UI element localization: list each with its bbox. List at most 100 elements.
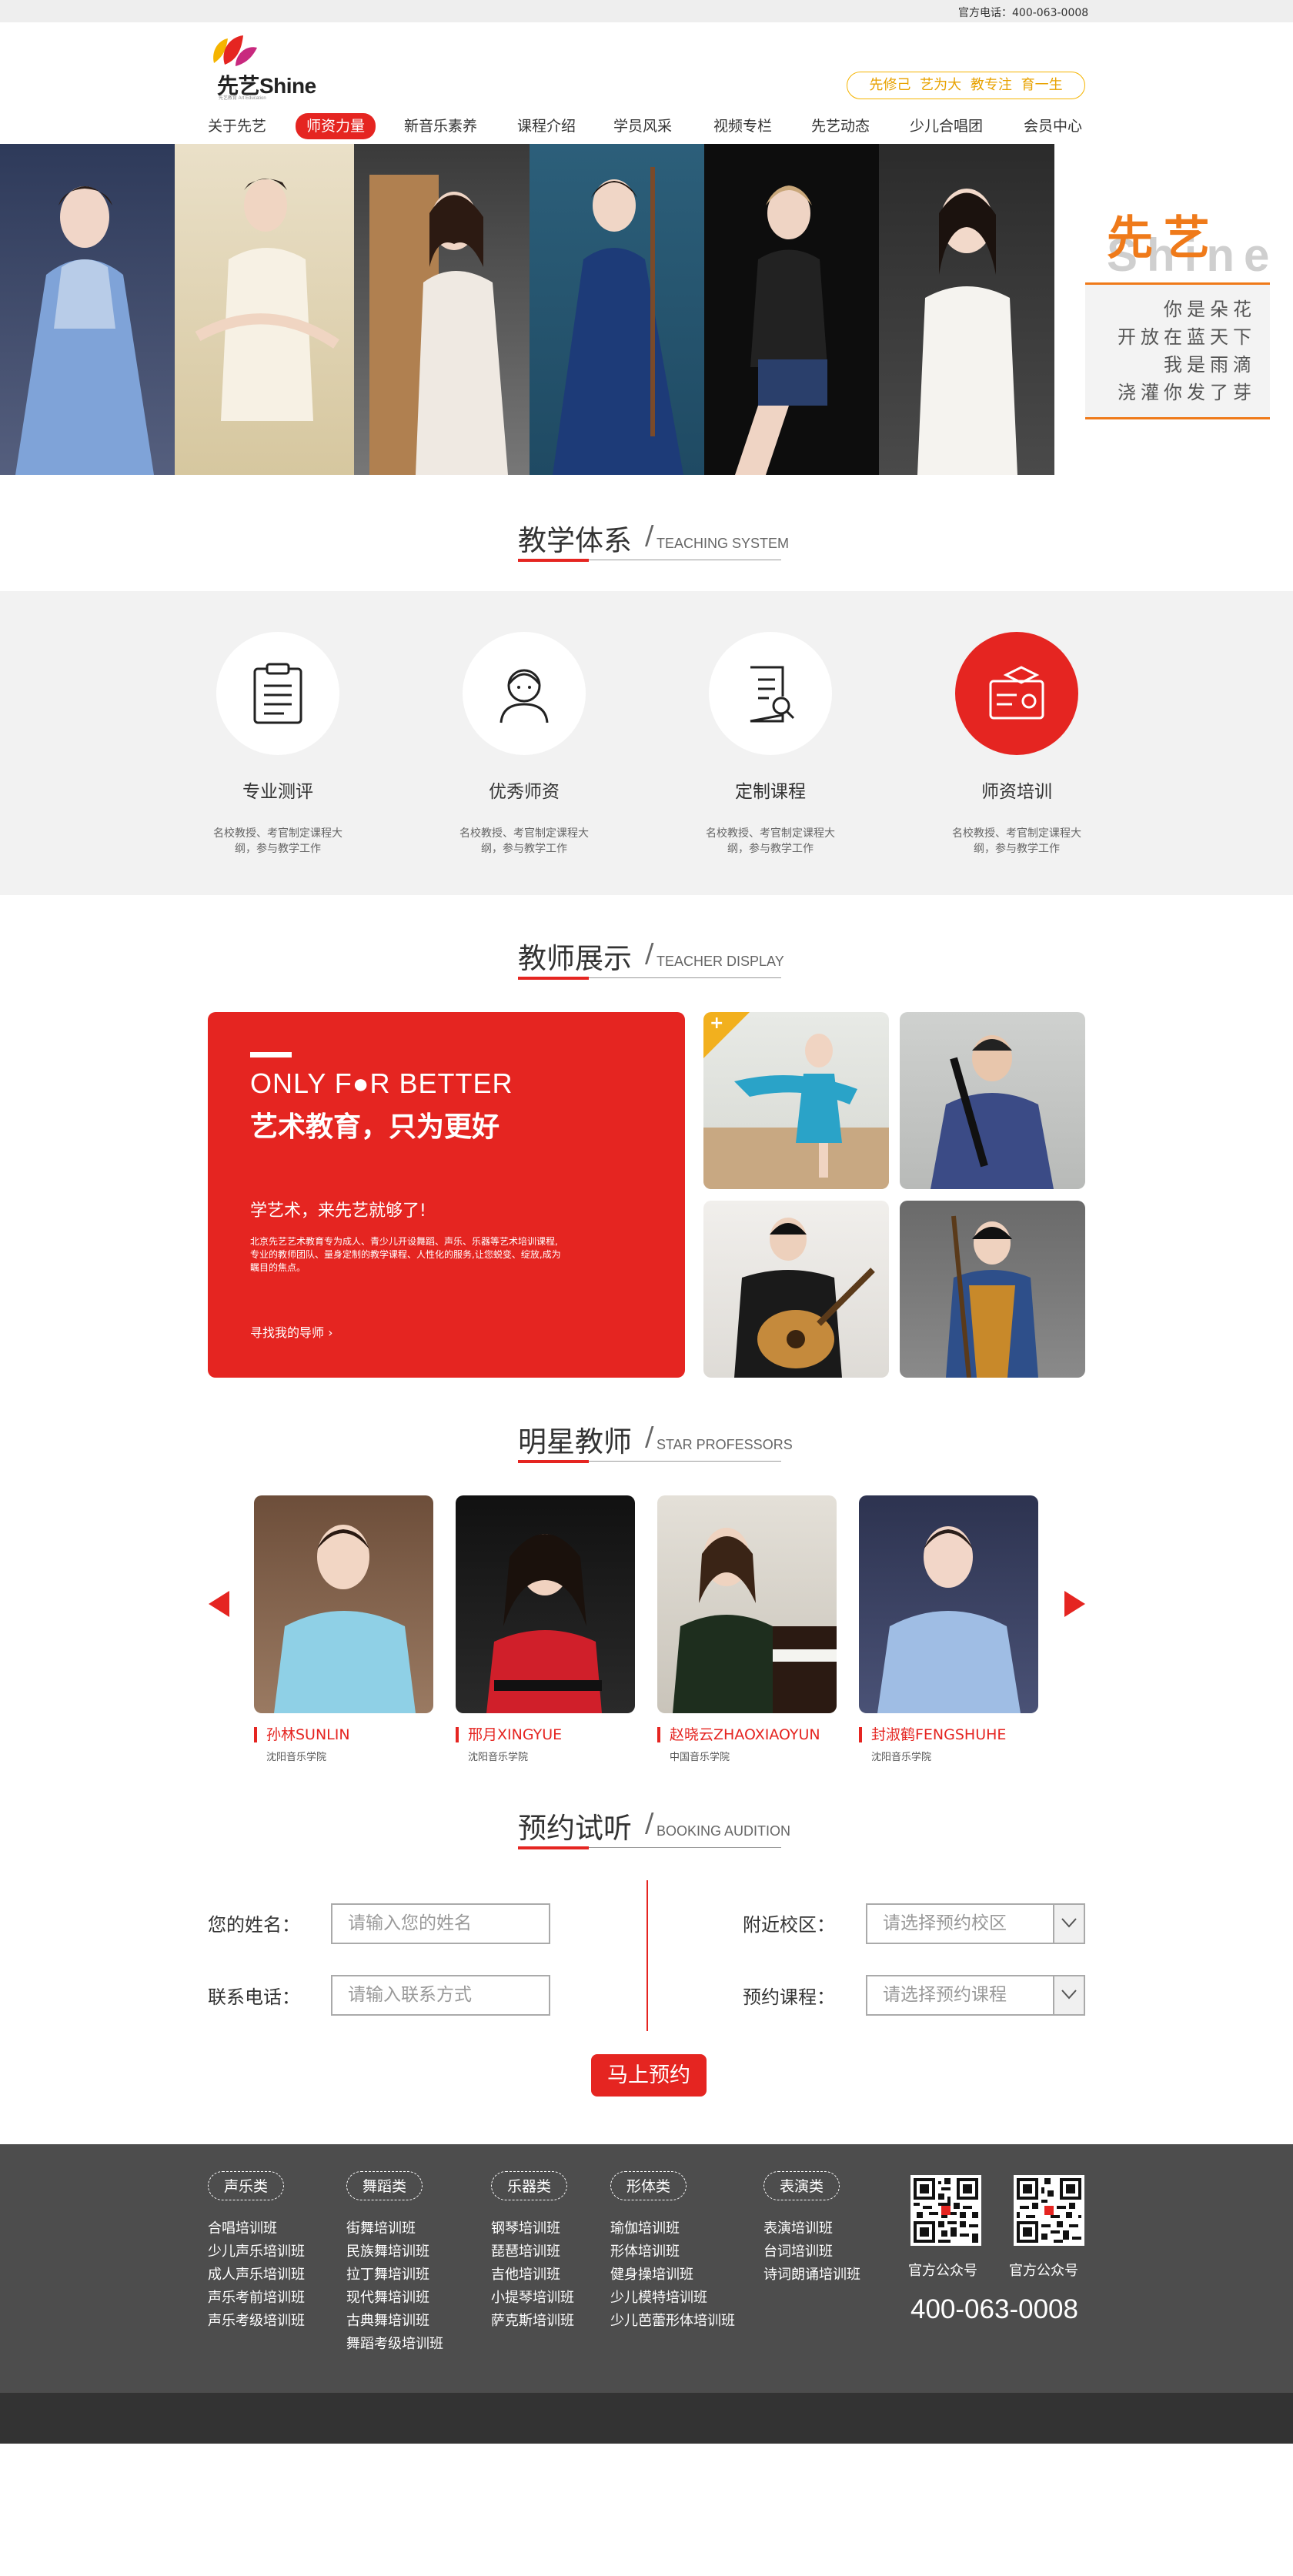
certificate-icon <box>989 666 1044 720</box>
footer-category-tag[interactable]: 舞蹈类 <box>346 2171 423 2200</box>
footer-link[interactable]: 健身操培训班 <box>610 2264 735 2287</box>
teaching-system: 专业测评 名校教授、考官制定课程大纲，参与教学工作 优秀师资 名校教授、考官制定… <box>0 591 1293 895</box>
footer-link[interactable]: 诗词朗诵培训班 <box>763 2264 860 2287</box>
chevron-down-icon[interactable] <box>1053 1905 1084 1943</box>
footer-link[interactable]: 少儿模特培训班 <box>610 2287 735 2310</box>
star-teacher-card[interactable]: 封淑鹤FENGSHUHE 沈阳音乐学院 <box>859 1495 1038 1763</box>
footer-category: 乐器类 钢琴培训班 琵琶培训班 吉他培训班 小提琴培训班 萨克斯培训班 <box>491 2171 574 2333</box>
nav-courses[interactable]: 课程介绍 <box>517 112 576 140</box>
find-teacher-link[interactable]: 寻找我的导师 › <box>250 1322 333 1341</box>
banner-photo-2 <box>175 144 354 475</box>
nav-news[interactable]: 先艺动态 <box>811 112 870 140</box>
footer-link[interactable]: 琵琶培训班 <box>491 2240 574 2264</box>
footer-link[interactable]: 古典舞培训班 <box>346 2310 443 2333</box>
nav-choir[interactable]: 少儿合唱团 <box>910 112 983 140</box>
system-icon-circle <box>955 632 1078 755</box>
system-desc: 名校教授、考官制定课程大纲，参与教学工作 <box>213 827 342 855</box>
section-underline <box>518 977 589 980</box>
footer-link[interactable]: 瑜伽培训班 <box>610 2217 735 2240</box>
footer-link[interactable]: 钢琴培训班 <box>491 2217 574 2240</box>
footer-link[interactable]: 声乐考前培训班 <box>208 2287 305 2310</box>
system-icon-circle <box>709 632 832 755</box>
promo-english: ONLY F●R BETTER <box>250 1067 513 1099</box>
section-heading-booking: 预约试听 / BOOKING AUDITION <box>0 1805 1293 1859</box>
section-heading-teaching: 教学体系 / TEACHING SYSTEM <box>0 517 1293 571</box>
star-school: 沈阳音乐学院 <box>468 1752 529 1763</box>
system-card[interactable]: 师资培训 名校教授、考官制定课程大纲，参与教学工作 <box>920 632 1113 857</box>
footer-category-tag[interactable]: 表演类 <box>763 2171 840 2200</box>
teacher-thumb[interactable] <box>900 1201 1085 1378</box>
star-teacher-card[interactable]: 赵晓云ZHAOXIAOYUN 中国音乐学院 <box>657 1495 837 1763</box>
footer-link[interactable]: 形体培训班 <box>610 2240 735 2264</box>
document-search-icon <box>750 666 795 723</box>
footer-link[interactable]: 少儿芭蕾形体培训班 <box>610 2310 735 2333</box>
footer-link[interactable]: 小提琴培训班 <box>491 2287 574 2310</box>
section-subtitle: TEACHING SYSTEM <box>657 536 790 551</box>
star-photo <box>859 1495 1038 1713</box>
footer-link[interactable]: 萨克斯培训班 <box>491 2310 574 2333</box>
footer-category-tag[interactable]: 声乐类 <box>208 2171 285 2200</box>
name-input[interactable]: 请输入您的姓名 <box>331 1903 550 1944</box>
footer-link[interactable]: 少儿声乐培训班 <box>208 2240 305 2264</box>
footer-link[interactable]: 舞蹈考级培训班 <box>346 2333 443 2356</box>
star-teacher-card[interactable]: 孙林SUNLIN 沈阳音乐学院 <box>254 1495 433 1763</box>
carousel-prev-arrow-icon[interactable] <box>209 1591 229 1617</box>
chevron-down-icon[interactable] <box>1053 1976 1084 2014</box>
qr-label: 官方公众号 <box>1009 2263 1078 2279</box>
nav-videos[interactable]: 视频专栏 <box>713 112 772 140</box>
campus-select[interactable]: 请选择预约校区 <box>866 1903 1085 1944</box>
footer-link[interactable]: 民族舞培训班 <box>346 2240 443 2264</box>
nav-music-literacy[interactable]: 新音乐素养 <box>404 112 477 140</box>
footer-link[interactable]: 表演培训班 <box>763 2217 860 2240</box>
nav-students[interactable]: 学员风采 <box>613 112 672 140</box>
footer-category-tag[interactable]: 形体类 <box>610 2171 687 2200</box>
section-subtitle: TEACHER DISPLAY <box>657 954 784 969</box>
course-label: 预约课程： <box>743 1986 835 2008</box>
teacher-thumb[interactable]: + <box>703 1012 889 1189</box>
form-divider <box>646 1880 648 2031</box>
poem-line: 你是朵花 <box>1164 299 1256 320</box>
banner-photo-4 <box>530 144 704 475</box>
footer-link[interactable]: 台词培训班 <box>763 2240 860 2264</box>
hero-banner: Shine 先艺 你是朵花 开放在蓝天下 我是雨滴 浇灌你发了芽 <box>0 144 1293 475</box>
footer-category-tag[interactable]: 乐器类 <box>491 2171 568 2200</box>
section-title: 教学体系 <box>518 524 632 557</box>
section-subtitle: STAR PROFESSORS <box>657 1437 793 1452</box>
teacher-thumb[interactable] <box>703 1201 889 1378</box>
footer-link[interactable]: 声乐考级培训班 <box>208 2310 305 2333</box>
section-underline-thin <box>589 977 781 978</box>
star-teacher-card[interactable]: 邢月XINGYUE 沈阳音乐学院 <box>456 1495 635 1763</box>
system-card[interactable]: 专业测评 名校教授、考官制定课程大纲，参与教学工作 <box>182 632 374 857</box>
logo[interactable]: 先艺Shine 先艺教育 Art Education <box>206 31 322 101</box>
footer-link[interactable]: 拉丁舞培训班 <box>346 2264 443 2287</box>
nav-teachers[interactable]: 师资力量 <box>296 113 376 139</box>
star-school: 中国音乐学院 <box>670 1752 730 1763</box>
section-heading-display: 教师展示 / TEACHER DISPLAY <box>0 935 1293 989</box>
system-desc: 名校教授、考官制定课程大纲，参与教学工作 <box>952 827 1081 855</box>
section-heading-stars: 明星教师 / STAR PROFESSORS <box>0 1418 1293 1472</box>
footer-link[interactable]: 街舞培训班 <box>346 2217 443 2240</box>
footer-link[interactable]: 现代舞培训班 <box>346 2287 443 2310</box>
nav-member[interactable]: 会员中心 <box>1024 112 1082 140</box>
star-name: 赵晓云ZHAOXIAOYUN <box>657 1727 837 1742</box>
system-card[interactable]: 定制课程 名校教授、考官制定课程大纲，参与教学工作 <box>674 632 867 857</box>
system-icon-circle <box>463 632 586 755</box>
star-photo <box>254 1495 433 1713</box>
phone-input[interactable]: 请输入联系方式 <box>331 1975 550 2016</box>
top-phone: 官方电话：400-063-0008 <box>958 7 1089 19</box>
section-subtitle: BOOKING AUDITION <box>657 1823 791 1839</box>
section-underline-thin <box>589 1847 781 1848</box>
teacher-thumb[interactable] <box>900 1012 1085 1189</box>
footer-link[interactable]: 成人声乐培训班 <box>208 2264 305 2287</box>
system-icon-circle <box>216 632 339 755</box>
footer-link[interactable]: 合唱培训班 <box>208 2217 305 2240</box>
star-photo <box>456 1495 635 1713</box>
banner-photo-5 <box>704 144 879 475</box>
course-select[interactable]: 请选择预约课程 <box>866 1975 1085 2016</box>
nav-about[interactable]: 关于先艺 <box>208 112 266 140</box>
section-title: 预约试听 <box>518 1812 632 1845</box>
submit-booking-button[interactable]: 马上预约 <box>591 2054 707 2097</box>
carousel-next-arrow-icon[interactable] <box>1064 1591 1085 1617</box>
system-card[interactable]: 优秀师资 名校教授、考官制定课程大纲，参与教学工作 <box>428 632 620 857</box>
footer-link[interactable]: 吉他培训班 <box>491 2264 574 2287</box>
